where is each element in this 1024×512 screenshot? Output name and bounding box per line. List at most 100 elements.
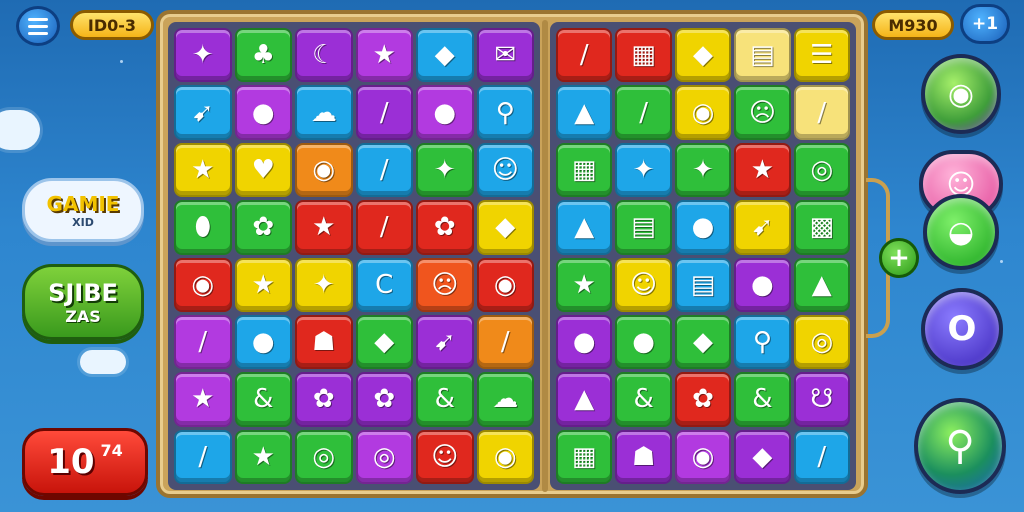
game-tile[interactable]: ● bbox=[734, 257, 791, 312]
game-tile[interactable]: ◎ bbox=[793, 142, 850, 198]
game-tile[interactable]: / bbox=[174, 429, 232, 484]
key-bubble-icon[interactable]: ⚲ bbox=[914, 398, 1006, 494]
game-tile[interactable]: ⚲ bbox=[734, 314, 791, 370]
game-tile[interactable]: ✿ bbox=[355, 372, 413, 427]
game-tile[interactable]: ◉ bbox=[295, 142, 353, 198]
game-tile[interactable]: ⚲ bbox=[476, 85, 534, 140]
game-tile[interactable]: ▲ bbox=[556, 85, 613, 140]
game-tile[interactable]: ⬮ bbox=[174, 200, 232, 255]
game-tile[interactable]: C bbox=[355, 257, 413, 312]
add-button[interactable]: + bbox=[879, 238, 919, 278]
bonus-button[interactable]: +1 bbox=[960, 4, 1010, 44]
game-tile[interactable]: ★ bbox=[556, 257, 613, 312]
game-tile[interactable]: ▲ bbox=[556, 200, 613, 255]
game-tile[interactable]: ◎ bbox=[355, 429, 413, 484]
game-tile[interactable]: ★ bbox=[174, 142, 232, 198]
game-tile[interactable]: ● bbox=[234, 314, 292, 370]
ring-bubble-icon[interactable]: O bbox=[921, 288, 1003, 370]
game-tile[interactable]: ➹ bbox=[416, 314, 474, 370]
game-tile[interactable]: ● bbox=[556, 314, 613, 370]
game-tile[interactable]: ☋ bbox=[793, 372, 850, 427]
game-tile[interactable]: ◆ bbox=[416, 28, 474, 83]
tile-symbol-icon: C bbox=[375, 269, 394, 300]
game-tile[interactable]: / bbox=[793, 85, 850, 140]
game-tile[interactable]: ▩ bbox=[793, 200, 850, 255]
game-tile[interactable]: ● bbox=[674, 200, 732, 255]
game-tile[interactable]: ◉ bbox=[674, 85, 732, 140]
game-tile[interactable]: ☺ bbox=[615, 257, 672, 312]
game-tile[interactable]: ◆ bbox=[674, 28, 732, 83]
game-tile[interactable]: ▦ bbox=[615, 28, 672, 83]
game-tile[interactable]: ✉ bbox=[476, 28, 534, 83]
game-tile[interactable]: / bbox=[615, 85, 672, 140]
game-tile[interactable]: ☁ bbox=[295, 85, 353, 140]
game-tile[interactable]: ◉ bbox=[174, 257, 232, 312]
game-tile[interactable]: ◆ bbox=[355, 314, 413, 370]
game-tile[interactable]: & bbox=[416, 372, 474, 427]
game-tile[interactable]: ★ bbox=[234, 257, 292, 312]
game-tile[interactable]: ☺ bbox=[416, 429, 474, 484]
eye-bubble-icon[interactable]: ◉ bbox=[921, 54, 1001, 134]
game-tile[interactable]: ● bbox=[615, 314, 672, 370]
tile-symbol-icon: ⚲ bbox=[752, 327, 772, 358]
game-tile[interactable]: ☗ bbox=[615, 429, 672, 484]
game-tile[interactable]: ♣ bbox=[234, 28, 292, 83]
game-tile[interactable]: / bbox=[793, 429, 850, 484]
side-badge[interactable]: SJIBE ZAS bbox=[22, 264, 144, 340]
game-tile[interactable]: ★ bbox=[174, 372, 232, 427]
game-tile[interactable]: ◎ bbox=[793, 314, 850, 370]
green-bubble-icon[interactable]: ◒ bbox=[923, 194, 999, 270]
game-badge[interactable]: GAMIE XID bbox=[22, 178, 144, 242]
game-tile[interactable]: ✿ bbox=[674, 372, 732, 427]
game-tile[interactable]: ▤ bbox=[734, 28, 791, 83]
game-tile[interactable]: ▲ bbox=[556, 372, 613, 427]
game-tile[interactable]: ★ bbox=[295, 200, 353, 255]
game-tile[interactable]: ☗ bbox=[295, 314, 353, 370]
game-tile[interactable]: ◉ bbox=[674, 429, 732, 484]
game-tile[interactable]: ♥ bbox=[234, 142, 292, 198]
game-tile[interactable]: ☰ bbox=[793, 28, 850, 83]
menu-button[interactable] bbox=[16, 6, 60, 46]
game-tile[interactable]: ◆ bbox=[734, 429, 791, 484]
game-tile[interactable]: & bbox=[734, 372, 791, 427]
game-tile[interactable]: ☾ bbox=[295, 28, 353, 83]
game-tile[interactable]: ● bbox=[234, 85, 292, 140]
game-tile[interactable]: ▤ bbox=[615, 200, 672, 255]
game-tile[interactable]: ✦ bbox=[615, 142, 672, 198]
game-tile[interactable]: ▤ bbox=[674, 257, 732, 312]
game-tile[interactable]: ☁ bbox=[476, 372, 534, 427]
game-tile[interactable]: ★ bbox=[734, 142, 791, 198]
game-tile[interactable]: ✦ bbox=[416, 142, 474, 198]
game-tile[interactable]: ☹ bbox=[416, 257, 474, 312]
game-tile[interactable]: ➹ bbox=[174, 85, 232, 140]
game-tile[interactable]: / bbox=[355, 142, 413, 198]
game-tile[interactable]: ▦ bbox=[556, 429, 613, 484]
game-tile[interactable]: ▲ bbox=[793, 257, 850, 312]
game-tile[interactable]: / bbox=[556, 28, 613, 83]
game-tile[interactable]: ✿ bbox=[234, 200, 292, 255]
game-tile[interactable]: & bbox=[234, 372, 292, 427]
game-tile[interactable]: ☹ bbox=[734, 85, 791, 140]
game-tile[interactable]: & bbox=[615, 372, 672, 427]
game-tile[interactable]: ☺ bbox=[476, 142, 534, 198]
game-tile[interactable]: / bbox=[174, 314, 232, 370]
game-tile[interactable]: / bbox=[355, 200, 413, 255]
game-tile[interactable]: ◉ bbox=[476, 429, 534, 484]
game-tile[interactable]: ✿ bbox=[416, 200, 474, 255]
game-tile[interactable]: ✿ bbox=[295, 372, 353, 427]
bg-star bbox=[1000, 260, 1003, 263]
game-tile[interactable]: ★ bbox=[355, 28, 413, 83]
game-tile[interactable]: ✦ bbox=[295, 257, 353, 312]
game-tile[interactable]: ◉ bbox=[476, 257, 534, 312]
game-tile[interactable]: ➹ bbox=[734, 200, 791, 255]
game-tile[interactable]: ✦ bbox=[174, 28, 232, 83]
game-tile[interactable]: ◆ bbox=[674, 314, 732, 370]
game-tile[interactable]: / bbox=[355, 85, 413, 140]
game-tile[interactable]: ● bbox=[416, 85, 474, 140]
game-tile[interactable]: ✦ bbox=[674, 142, 732, 198]
game-tile[interactable]: ★ bbox=[234, 429, 292, 484]
game-tile[interactable]: ▦ bbox=[556, 142, 613, 198]
game-tile[interactable]: ◆ bbox=[476, 200, 534, 255]
game-tile[interactable]: ◎ bbox=[295, 429, 353, 484]
game-tile[interactable]: / bbox=[476, 314, 534, 370]
